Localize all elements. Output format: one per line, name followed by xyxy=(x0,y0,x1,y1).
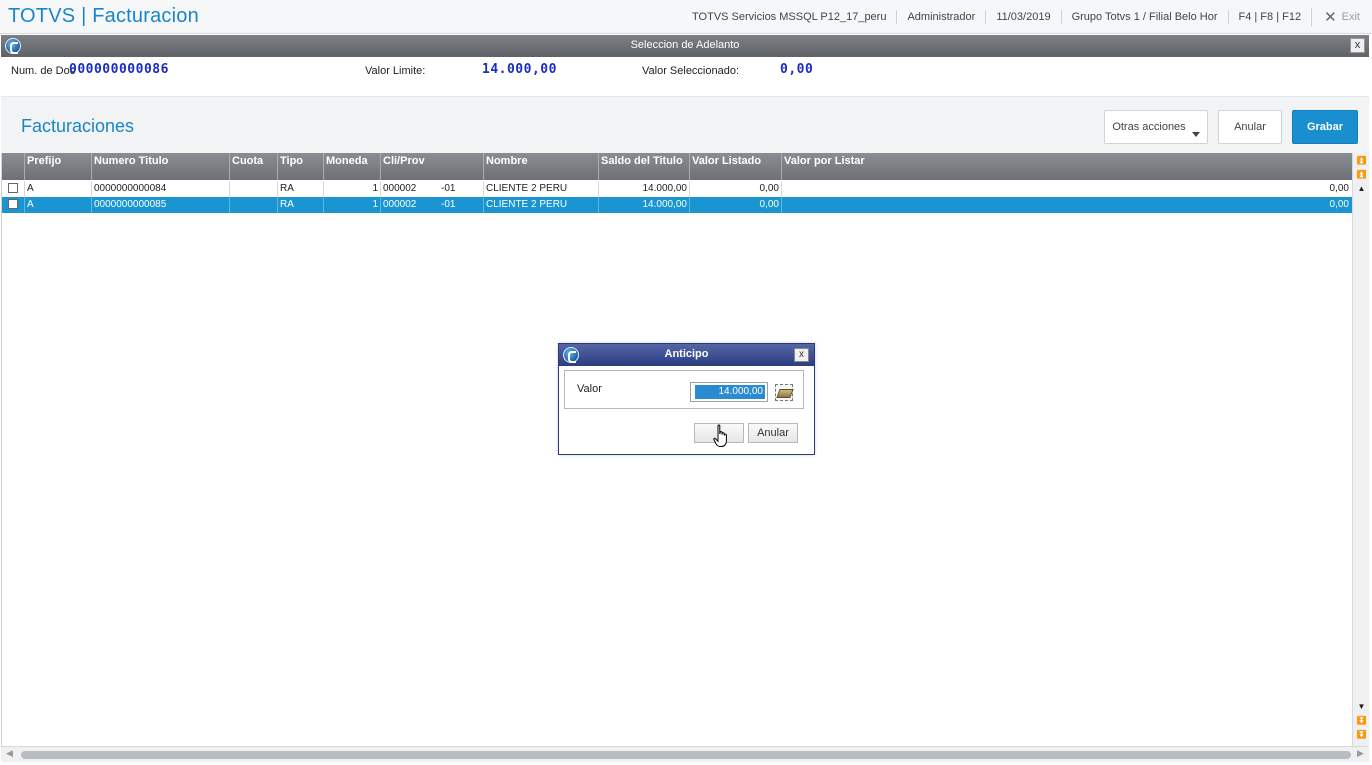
cancel-button[interactable]: Anular xyxy=(1218,110,1282,144)
cell-nombre: CLIENTE 2 PERU xyxy=(483,197,598,213)
facturaciones-section: Facturaciones Otras acciones Anular Grab… xyxy=(1,96,1369,153)
document-info: Num. de Doc 000000000086 Valor Limite: 1… xyxy=(1,57,1369,95)
vertical-scrollbar[interactable]: ⏫ ⏫ ▲ ▼ ⏬ ⏬ xyxy=(1352,153,1369,746)
exit-label: Exit xyxy=(1341,11,1360,23)
cell-listado: 0,00 xyxy=(689,181,781,197)
dialog-field-group: Valor 14.000,00 xyxy=(564,370,804,409)
table-row[interactable]: A 0000000000085 RA 1 000002 -01 CLIENTE … xyxy=(2,197,1353,213)
dialog-cancel-button[interactable]: Anular xyxy=(748,423,798,443)
window-titlebar: Seleccion de Adelanto x xyxy=(1,35,1369,57)
save-button[interactable]: Grabar xyxy=(1292,110,1358,144)
scroll-right-icon[interactable]: ▶ xyxy=(1357,748,1364,759)
cell-tienda: -01 xyxy=(441,199,456,210)
exit-icon: ✕ xyxy=(1324,9,1337,26)
app-header: TOTVS | Facturacion TOTVS Servicios MSSQ… xyxy=(0,0,1372,34)
window-close-button[interactable]: x xyxy=(1350,38,1365,53)
col-prefijo[interactable]: Prefijo xyxy=(24,153,92,180)
table-row[interactable]: A 0000000000084 RA 1 000002 -01 CLIENTE … xyxy=(2,181,1353,197)
date-info[interactable]: 11/03/2019 xyxy=(985,10,1060,24)
col-valor-listado[interactable]: Valor Listado xyxy=(689,153,781,180)
valor-input[interactable]: 14.000,00 xyxy=(690,382,768,402)
col-nombre[interactable]: Nombre xyxy=(483,153,598,180)
col-valor-por-listar[interactable]: Valor por Listar xyxy=(781,153,1353,180)
col-cliprov[interactable]: Cli/Prov xyxy=(380,153,483,180)
other-actions-button[interactable]: Otras acciones xyxy=(1104,110,1208,144)
window-title: Seleccion de Adelanto xyxy=(630,39,740,51)
cell-moneda: 1 xyxy=(323,197,380,213)
dialog-title: Anticipo xyxy=(664,348,709,360)
cell-prefijo: A xyxy=(24,197,91,213)
scroll-top-icon[interactable]: ⏫ xyxy=(1355,155,1368,167)
cell-numero: 0000000000085 xyxy=(91,197,229,213)
anticipo-dialog: Anticipo x Valor 14.000,00 Anular xyxy=(558,343,815,455)
col-tipo[interactable]: Tipo xyxy=(277,153,323,180)
app-title: TOTVS | Facturacion xyxy=(8,5,199,27)
lookup-icon[interactable] xyxy=(775,384,793,401)
cell-por-listar: 0,00 xyxy=(781,181,1351,197)
limit-value: 14.000,00 xyxy=(482,62,557,77)
grid-header: Prefijo Numero Titulo Cuota Tipo Moneda … xyxy=(2,153,1353,180)
col-moneda[interactable]: Moneda xyxy=(323,153,380,180)
cell-tipo: RA xyxy=(277,197,323,213)
scroll-up-icon[interactable]: ▲ xyxy=(1355,183,1368,195)
scroll-left-icon[interactable]: ◀ xyxy=(6,748,13,759)
horizontal-scrollbar[interactable]: ◀ ▶ xyxy=(1,746,1369,762)
cell-tienda: -01 xyxy=(441,183,456,194)
cell-cliprov: 000002 xyxy=(380,181,436,197)
exit-button[interactable]: ✕ Exit xyxy=(1311,8,1360,26)
col-numero-titulo[interactable]: Numero Titulo xyxy=(91,153,229,180)
scroll-page-up-icon[interactable]: ⏫ xyxy=(1355,169,1368,181)
chevron-down-icon xyxy=(1192,132,1200,137)
doc-number-value: 000000000086 xyxy=(69,62,169,77)
selected-value: 0,00 xyxy=(780,62,814,77)
selected-label: Valor Seleccionado: xyxy=(642,65,740,77)
shortcut-keys[interactable]: F4 | F8 | F12 xyxy=(1227,10,1312,24)
scroll-page-down-icon[interactable]: ⏬ xyxy=(1355,715,1368,727)
valor-input-text: 14.000,00 xyxy=(693,385,765,399)
row-checkbox[interactable] xyxy=(8,183,18,193)
cell-nombre: CLIENTE 2 PERU xyxy=(483,181,598,197)
cell-prefijo: A xyxy=(24,181,91,197)
section-title: Facturaciones xyxy=(21,116,135,136)
cell-listado: 0,00 xyxy=(689,197,781,213)
cell-tipo: RA xyxy=(277,181,323,197)
hand-cursor-icon xyxy=(713,424,727,447)
cell-cliprov: 000002 xyxy=(380,197,436,213)
col-saldo[interactable]: Saldo del Titulo xyxy=(598,153,689,180)
col-cuota[interactable]: Cuota xyxy=(229,153,277,180)
scroll-down-icon[interactable]: ▼ xyxy=(1355,701,1368,713)
user-info[interactable]: Administrador xyxy=(896,10,985,24)
valor-label: Valor xyxy=(577,383,602,395)
cell-saldo: 14.000,00 xyxy=(598,197,689,213)
cell-por-listar: 0,00 xyxy=(781,197,1351,213)
doc-number-label: Num. de Doc xyxy=(11,65,76,77)
horizontal-scroll-thumb[interactable] xyxy=(21,751,1351,759)
cell-cuota xyxy=(229,197,277,213)
scroll-bottom-icon[interactable]: ⏬ xyxy=(1355,729,1368,741)
row-checkbox[interactable] xyxy=(8,199,18,209)
other-actions-label: Otras acciones xyxy=(1112,121,1186,133)
cell-moneda: 1 xyxy=(323,181,380,197)
dialog-titlebar: Anticipo x xyxy=(559,344,814,366)
cell-cuota xyxy=(229,181,277,197)
limit-label: Valor Limite: xyxy=(365,65,426,77)
cell-saldo: 14.000,00 xyxy=(598,181,689,197)
dialog-close-button[interactable]: x xyxy=(794,348,809,362)
session-info: TOTVS Servicios MSSQL P12_17_peru Admini… xyxy=(682,0,1360,34)
cell-numero: 0000000000084 xyxy=(91,181,229,197)
branch-info[interactable]: Grupo Totvs 1 / Filial Belo Hor xyxy=(1060,10,1228,24)
server-info[interactable]: TOTVS Servicios MSSQL P12_17_peru xyxy=(682,10,896,24)
